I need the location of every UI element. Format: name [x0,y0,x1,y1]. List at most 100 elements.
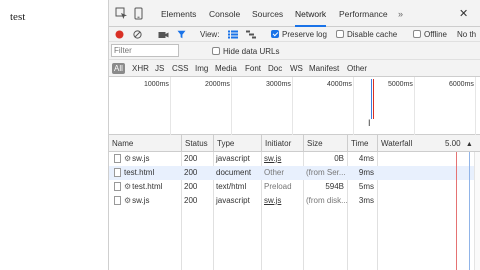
waterfall-view-icon[interactable] [246,30,256,39]
waterfall-domcontent-line [469,152,470,270]
overview-tick-label: 1000ms [144,81,169,88]
list-view-icon[interactable] [228,30,238,39]
file-icon [114,196,121,205]
column-header-name[interactable]: Name [109,135,181,152]
text-cursor-icon: I [368,118,371,128]
dom-content-loaded-marker [371,79,372,119]
request-type: javascript [216,196,250,205]
table-scrollbar[interactable] [474,152,480,270]
type-filter-font[interactable]: Font [243,63,263,74]
request-table-body: ⚙sw.js 200 javascript sw.js 0B 4ms test.… [109,152,480,270]
overview-tick-label: 4000ms [327,81,352,88]
type-filter-js[interactable]: JS [153,63,166,74]
table-row[interactable]: ⚙sw.js 200 javascript sw.js (from disk..… [109,194,480,208]
device-toolbar-icon[interactable] [132,7,145,20]
file-icon [114,168,121,177]
disable-cache-checkbox[interactable]: Disable cache [336,27,397,42]
column-header-size[interactable]: Size [303,135,347,152]
request-name: sw.js [132,196,150,205]
type-filter-media[interactable]: Media [213,63,239,74]
request-name-cell: ⚙sw.js [111,194,181,208]
request-initiator: Other [264,168,285,177]
hide-data-urls-check-icon[interactable] [212,47,220,55]
request-name-cell: test.html [111,166,181,180]
record-icon[interactable] [115,30,124,39]
inspect-element-icon[interactable] [115,7,128,20]
request-status: 200 [184,196,198,205]
waterfall-scale-label: 5.00 ▲ [445,135,473,153]
filter-icon[interactable] [177,30,186,39]
overview-gridline [475,77,476,135]
type-filter-ws[interactable]: WS [288,63,305,74]
request-size: (from disk... [306,196,347,205]
column-header-time[interactable]: Time [347,135,377,152]
request-status: 200 [184,154,198,163]
column-header-type[interactable]: Type [213,135,261,152]
request-table-header: Name Status Type Initiator Size Time Wat… [109,135,480,152]
type-filter-css[interactable]: CSS [170,63,190,74]
request-name-cell: ⚙test.html [111,180,181,194]
request-type: document [216,168,252,177]
type-filter-all[interactable]: All [112,63,125,74]
table-row[interactable]: ⚙sw.js 200 javascript sw.js 0B 4ms [109,152,480,166]
sort-ascending-icon[interactable]: ▲ [466,141,473,148]
disable-cache-label: Disable cache [347,30,398,39]
tab-sources[interactable]: Sources [252,0,283,27]
preserve-log-checkbox[interactable]: Preserve log [271,27,327,42]
request-name: sw.js [132,154,150,163]
overview-gridline [292,77,293,135]
filter-bar: Hide data URLs [109,42,480,60]
request-name: test.html [124,168,155,177]
request-name: test.html [132,182,163,191]
table-row[interactable]: test.html 200 document Other (from Ser..… [109,166,480,180]
offline-checkbox[interactable]: Offline [413,27,447,42]
tab-performance[interactable]: Performance [339,0,388,27]
screenshot-camera-icon[interactable] [158,30,169,39]
tab-console[interactable]: Console [209,0,240,27]
request-initiator: Preload [264,182,292,191]
devtools-panel: Elements Console Sources Network Perform… [108,0,480,270]
tab-network[interactable]: Network [295,0,327,27]
request-time: 5ms [358,182,374,191]
clear-icon[interactable] [133,30,142,39]
hide-data-urls-label: Hide data URLs [223,47,280,56]
request-initiator-link[interactable]: sw.js [261,194,303,208]
overview-tick-label: 5000ms [388,81,413,88]
throttling-select[interactable]: No th [457,27,476,42]
load-event-marker [373,79,374,119]
request-size: 0B [334,154,344,163]
request-time: 3ms [358,196,374,205]
page-viewport: test [0,0,108,270]
type-filter-manifest[interactable]: Manifest [307,63,341,74]
overview-gridline [353,77,354,135]
hide-data-urls-checkbox[interactable]: Hide data URLs [212,44,279,59]
overview-gridline [170,77,171,135]
filter-input[interactable] [111,44,179,57]
request-time: 4ms [358,154,374,163]
network-overview[interactable]: 1000ms 2000ms 3000ms 4000ms 5000ms 6000m… [109,77,480,135]
disable-cache-check-icon[interactable] [336,30,344,38]
preserve-log-check-icon[interactable] [271,30,279,38]
waterfall-load-line [456,152,457,270]
table-row[interactable]: ⚙test.html 200 text/html Preload 594B 5m… [109,180,480,194]
tab-elements[interactable]: Elements [161,0,196,27]
type-filter-xhr[interactable]: XHR [130,63,151,74]
overview-tick-label: 2000ms [205,81,230,88]
more-tabs-icon[interactable]: » [398,9,403,19]
type-filter-other[interactable]: Other [345,63,369,74]
column-header-status[interactable]: Status [181,135,213,152]
file-icon [114,182,121,191]
overview-gridline [231,77,232,135]
overview-tick-label: 3000ms [266,81,291,88]
view-label: View: [200,30,220,39]
type-filter-doc[interactable]: Doc [266,63,284,74]
request-initiator-link[interactable]: sw.js [261,152,303,166]
request-size: 594B [325,182,344,191]
request-time: 9ms [358,168,374,177]
close-devtools-icon[interactable]: ✕ [459,7,468,20]
type-filter-img[interactable]: Img [193,63,210,74]
offline-check-icon[interactable] [413,30,421,38]
waterfall-scale-value: 5.00 [445,139,461,148]
resource-type-bar: All XHR JS CSS Img Media Font Doc WS Man… [109,60,480,77]
column-header-initiator[interactable]: Initiator [261,135,303,152]
